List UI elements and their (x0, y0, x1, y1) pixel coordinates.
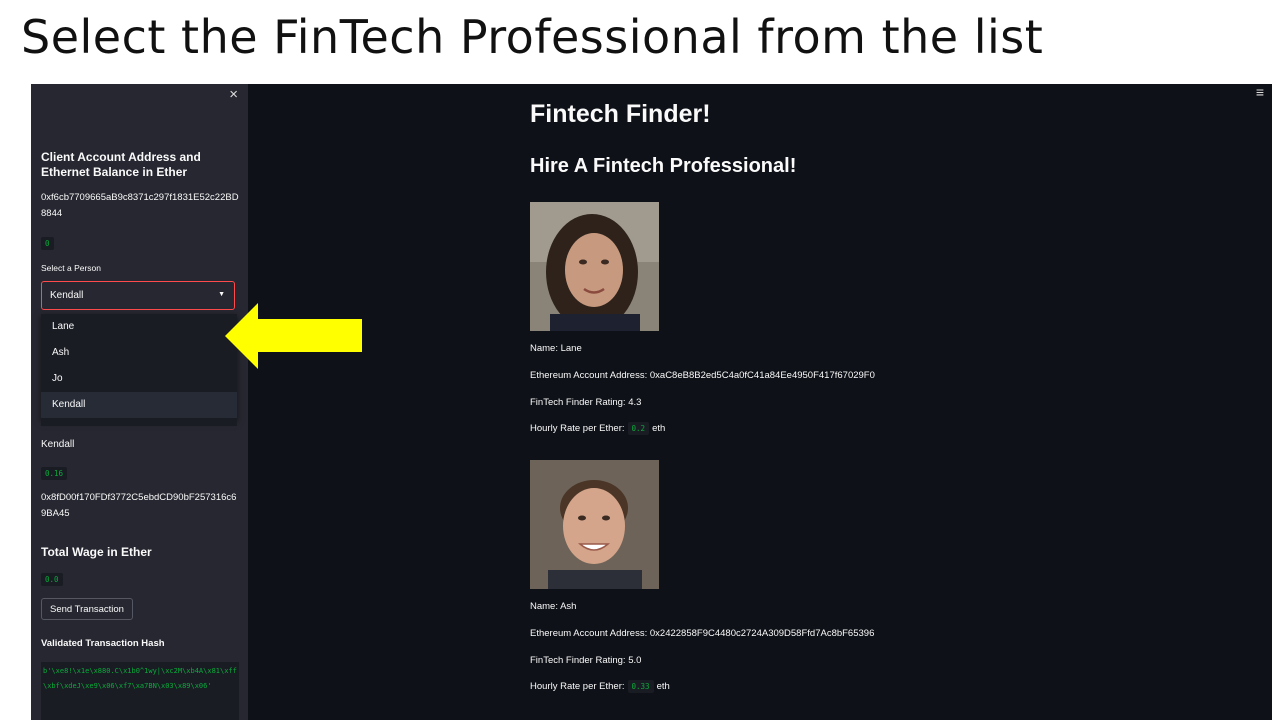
sidebar: × Client Account Address and Ethernet Ba… (31, 84, 248, 720)
balance-value: 0 (41, 237, 54, 250)
transaction-hash: b'\xe8!\x1e\x880.C\x1b0^1wy|\xc2M\xb4A\x… (41, 662, 239, 720)
profile-name-lane: Name: Lane (530, 343, 582, 354)
close-icon[interactable]: × (229, 86, 238, 103)
rate-label: Hourly Rate per Ether: (530, 681, 625, 692)
dropdown-option-ash[interactable]: Ash (41, 340, 237, 366)
rate-value: 0.2 (627, 422, 650, 435)
person-dropdown: Lane Ash Jo Kendall (41, 314, 237, 420)
dropdown-option-lane[interactable]: Lane (41, 314, 237, 340)
send-transaction-button[interactable]: Send Transaction (41, 598, 133, 620)
person-rate: 0.16 (41, 467, 68, 480)
rate-label: Hourly Rate per Ether: (530, 423, 625, 434)
chevron-down-icon: ▼ (218, 291, 225, 298)
total-wage-value: 0.0 (41, 573, 63, 586)
hash-heading: Validated Transaction Hash (41, 638, 165, 649)
select-label: Select a Person (41, 263, 102, 273)
profile-rating-ash: FinTech Finder Rating: 5.0 (530, 655, 642, 666)
rate-unit: eth (652, 423, 666, 434)
page-title: Fintech Finder! (530, 100, 711, 128)
pointer-arrow-icon (225, 303, 362, 369)
profile-rating-lane: FinTech Finder Rating: 4.3 (530, 397, 642, 408)
rate-unit: eth (656, 681, 670, 692)
account-heading: Client Account Address and Ethernet Bala… (41, 150, 201, 179)
profile-photo-lane (530, 202, 659, 331)
dropdown-option-jo[interactable]: Jo (41, 366, 237, 392)
profile-rate-ash: Hourly Rate per Ether: 0.33 eth (530, 680, 670, 693)
page-subtitle: Hire A Fintech Professional! (530, 155, 797, 177)
person-address: 0x8fD00f170FDf3772C5ebdCD90bF257316c69BA… (41, 492, 237, 519)
dropdown-shadow (41, 420, 237, 426)
slide-title: Select the FinTech Professional from the… (21, 10, 1044, 64)
rate-value: 0.33 (627, 680, 654, 693)
account-address: 0xf6cb7709665aB9c8371c297f1831E52c22BD88… (41, 192, 239, 219)
select-value: Kendall (50, 290, 84, 301)
profile-name-ash: Name: Ash (530, 601, 577, 612)
profile-address-ash: Ethereum Account Address: 0x2422858F9C44… (530, 628, 875, 639)
hamburger-menu-icon[interactable]: ≡ (1256, 84, 1264, 100)
total-wage-heading: Total Wage in Ether (41, 545, 152, 559)
profile-address-lane: Ethereum Account Address: 0xaC8eB8B2ed5C… (530, 370, 875, 381)
profile-photo-ash (530, 460, 659, 589)
person-select[interactable]: Kendall ▼ (41, 281, 235, 310)
profile-rate-lane: Hourly Rate per Ether: 0.2 eth (530, 422, 666, 435)
person-name: Kendall (41, 439, 75, 450)
streamlit-app: × Client Account Address and Ethernet Ba… (31, 84, 1272, 720)
dropdown-option-kendall[interactable]: Kendall (41, 392, 237, 418)
